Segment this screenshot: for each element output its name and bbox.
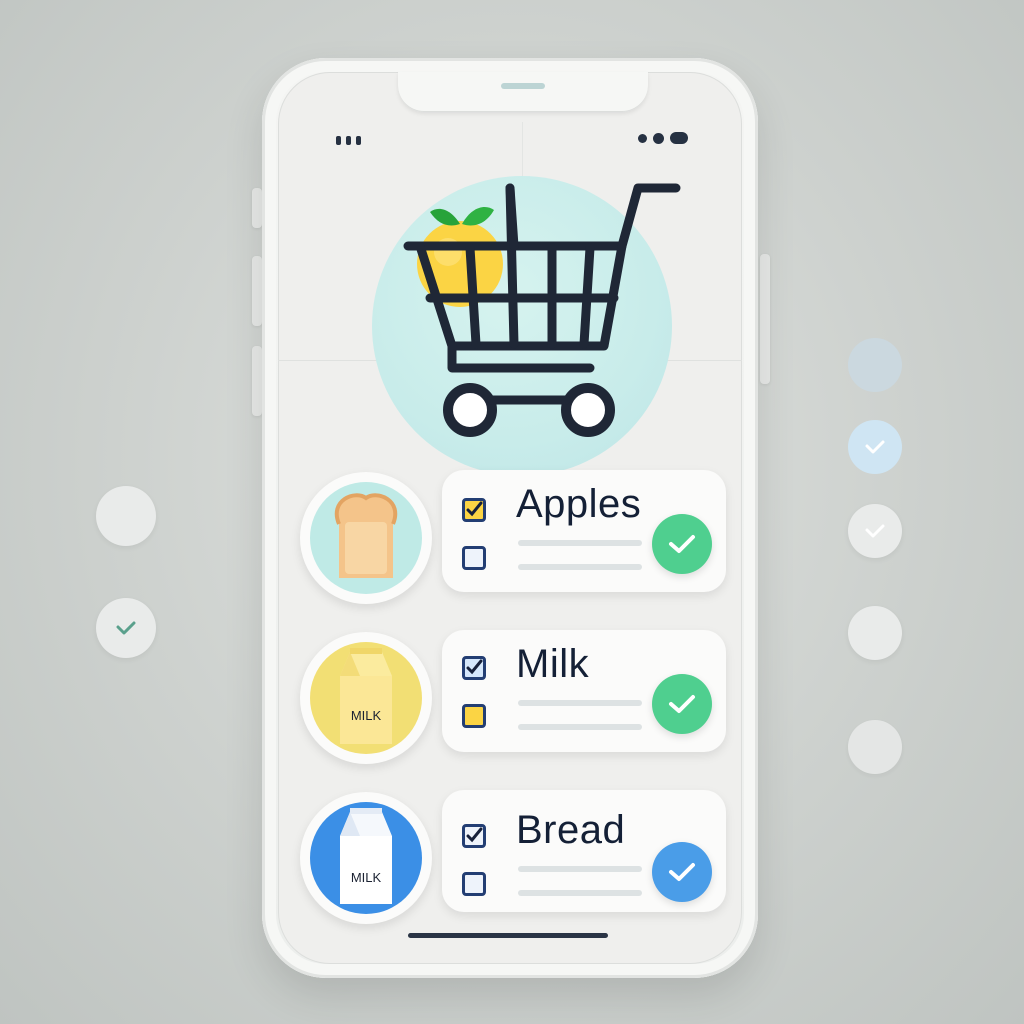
item-checkbox[interactable] (462, 704, 486, 728)
checkmark-icon (466, 501, 483, 517)
floating-dot (848, 338, 902, 392)
item-checkbox[interactable] (462, 872, 486, 896)
check-icon (669, 695, 695, 713)
placeholder-line (518, 700, 642, 706)
status-icons (638, 132, 688, 144)
bread-icon (334, 493, 398, 578)
item-card[interactable]: Milk (442, 630, 726, 752)
done-button[interactable] (652, 842, 712, 902)
checkmark-icon (466, 827, 483, 843)
item-label: Milk (516, 642, 590, 686)
placeholder-line (518, 890, 642, 896)
item-checkbox[interactable] (462, 546, 486, 570)
phone-side-button (252, 346, 262, 416)
checkmark-icon (466, 659, 483, 675)
signal-icon (336, 136, 361, 145)
item-label: Bread (516, 808, 626, 852)
check-icon (669, 863, 695, 881)
item-checkbox[interactable] (462, 824, 486, 848)
phone-frame: Apples MILK Milk MILK Bread (262, 58, 758, 978)
home-indicator[interactable] (408, 933, 608, 938)
speaker (501, 83, 545, 89)
check-icon (116, 621, 136, 635)
shopping-cart-icon (403, 183, 681, 437)
placeholder-line (518, 724, 642, 730)
item-thumbnail: MILK (300, 792, 432, 924)
floating-check-dot (848, 420, 902, 474)
list-item[interactable]: Apples (300, 470, 730, 610)
item-label: Apples (516, 482, 642, 526)
item-thumbnail: MILK (300, 632, 432, 764)
list-item[interactable]: MILK Bread (300, 790, 730, 930)
item-card[interactable]: Apples (442, 470, 726, 592)
milk-label-text: MILK (351, 870, 382, 885)
item-thumbnail (300, 472, 432, 604)
phone-side-button (252, 188, 262, 228)
item-checkbox[interactable] (462, 656, 486, 680)
check-icon (865, 524, 885, 538)
check-icon (865, 440, 885, 454)
placeholder-line (518, 540, 642, 546)
floating-dot (96, 486, 156, 546)
placeholder-line (518, 866, 642, 872)
milk-carton-icon: MILK (340, 808, 392, 904)
item-card[interactable]: Bread (442, 790, 726, 912)
floating-check-dot (96, 598, 156, 658)
done-button[interactable] (652, 514, 712, 574)
item-checkbox[interactable] (462, 498, 486, 522)
notch (398, 72, 648, 112)
list-item[interactable]: MILK Milk (300, 630, 730, 770)
done-button[interactable] (652, 674, 712, 734)
floating-dot (848, 720, 902, 774)
placeholder-line (518, 564, 642, 570)
floating-check-dot (848, 504, 902, 558)
phone-screen: Apples MILK Milk MILK Bread (278, 72, 742, 964)
floating-dot (848, 606, 902, 660)
milk-carton-icon: MILK (340, 648, 392, 744)
check-icon (669, 535, 695, 553)
milk-label-text: MILK (351, 708, 382, 723)
phone-side-button (760, 254, 770, 384)
phone-side-button (252, 256, 262, 326)
